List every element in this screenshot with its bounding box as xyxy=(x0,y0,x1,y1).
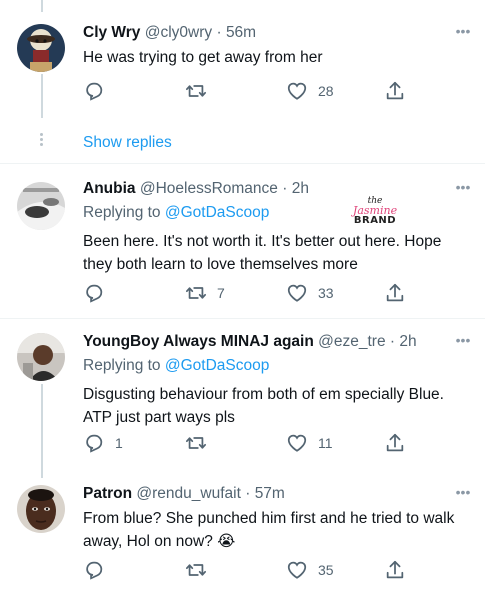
like-button[interactable]: 33 xyxy=(286,281,334,305)
watermark-logo: the Jasmine BRAND xyxy=(352,197,398,226)
share-button[interactable] xyxy=(384,431,406,455)
replying-to-mention[interactable]: @GotDaScoop xyxy=(165,204,269,221)
more-icon[interactable]: ••• xyxy=(453,331,473,353)
retweet-count: 7 xyxy=(217,285,225,301)
tweet-body: Cly Wry @cly0wry · 56m ••• He was trying… xyxy=(83,22,473,69)
share-button[interactable] xyxy=(384,281,406,305)
user-handle[interactable]: @cly0wry xyxy=(145,24,212,41)
more-icon[interactable]: ••• xyxy=(453,22,473,44)
separator-dot: · xyxy=(385,333,400,350)
heart-icon xyxy=(287,434,307,452)
tweet-anubia[interactable]: Anubia @HoelessRomance · 2h ••• Replying… xyxy=(0,164,485,318)
reply-button[interactable] xyxy=(83,79,105,103)
tweet-text: Disgusting behaviour from both of em spe… xyxy=(83,386,444,426)
tweet-cly-wry[interactable]: Cly Wry @cly0wry · 56m ••• He was trying… xyxy=(0,0,485,118)
like-count: 33 xyxy=(318,285,334,301)
replying-to-label: Replying to xyxy=(83,357,161,374)
reply-icon xyxy=(86,434,103,453)
tweet-body: Patron @rendu_wufait · 57m ••• From blue… xyxy=(83,483,473,553)
user-handle[interactable]: @eze_tre xyxy=(318,333,385,350)
tweet-body: YoungBoy Always MINAJ again @eze_tre · 2… xyxy=(83,331,473,429)
timestamp[interactable]: 2h xyxy=(399,333,416,350)
like-count: 35 xyxy=(318,562,334,578)
avatar[interactable] xyxy=(17,182,65,230)
share-icon xyxy=(386,433,404,452)
tweet-header: Cly Wry @cly0wry · 56m ••• xyxy=(83,22,473,44)
tweet-actions: 28 xyxy=(83,79,473,103)
tweet-text: He was trying to get away from her xyxy=(83,49,323,66)
tweet-actions: 35 xyxy=(83,558,473,582)
display-name[interactable]: Cly Wry xyxy=(83,24,140,41)
retweet-button[interactable] xyxy=(185,79,207,103)
retweet-button[interactable]: 7 xyxy=(185,281,225,305)
retweet-icon xyxy=(185,85,207,97)
thread-ellipsis-dots xyxy=(40,133,44,148)
heart-icon xyxy=(287,561,307,579)
like-count: 11 xyxy=(318,435,333,451)
tweet-header: YoungBoy Always MINAJ again @eze_tre · 2… xyxy=(83,331,473,353)
like-button[interactable]: 28 xyxy=(286,79,334,103)
display-name[interactable]: Anubia xyxy=(83,180,136,197)
more-icon[interactable]: ••• xyxy=(453,178,473,200)
show-replies-link[interactable]: Show replies xyxy=(83,132,172,154)
share-button[interactable] xyxy=(384,558,406,582)
like-button[interactable]: 11 xyxy=(286,431,333,455)
separator-dot: · xyxy=(240,485,255,502)
like-count: 28 xyxy=(318,83,334,99)
watermark-line-3: BRAND xyxy=(353,215,397,226)
tweet-body: Anubia @HoelessRomance · 2h ••• Replying… xyxy=(83,178,473,276)
retweet-icon xyxy=(185,287,207,299)
tweet-header: Patron @rendu_wufait · 57m ••• xyxy=(83,483,473,505)
avatar[interactable] xyxy=(17,24,65,72)
reply-button[interactable] xyxy=(83,558,105,582)
tweet-actions: 1 11 xyxy=(83,431,473,455)
share-icon xyxy=(386,81,404,100)
replying-to-label: Replying to xyxy=(83,204,161,221)
share-button[interactable] xyxy=(384,79,406,103)
retweet-button[interactable] xyxy=(185,558,207,582)
reply-icon xyxy=(86,82,103,101)
tweet-patron[interactable]: Patron @rendu_wufait · 57m ••• From blue… xyxy=(0,479,485,590)
tweet-text: From blue? She punched him first and he … xyxy=(83,510,455,550)
reply-icon xyxy=(86,284,103,303)
timestamp[interactable]: 57m xyxy=(255,485,285,502)
retweet-icon xyxy=(185,564,207,576)
separator-dot: · xyxy=(277,180,292,197)
retweet-button[interactable] xyxy=(185,431,207,455)
replying-to: Replying to @GotDaScoop xyxy=(83,202,473,224)
user-handle[interactable]: @rendu_wufait xyxy=(136,485,241,502)
avatar[interactable] xyxy=(17,333,65,381)
avatar[interactable] xyxy=(17,485,65,533)
replying-to-mention[interactable]: @GotDaScoop xyxy=(165,357,269,374)
share-icon xyxy=(386,560,404,579)
user-handle[interactable]: @HoelessRomance xyxy=(140,180,278,197)
reply-button[interactable]: 1 xyxy=(83,431,123,455)
display-name[interactable]: YoungBoy Always MINAJ again xyxy=(83,333,314,350)
reply-button[interactable] xyxy=(83,281,105,305)
reply-icon xyxy=(86,561,103,580)
tweet-youngboy[interactable]: YoungBoy Always MINAJ again @eze_tre · 2… xyxy=(0,319,485,479)
reply-count: 1 xyxy=(115,435,123,451)
tweet-actions: 7 33 xyxy=(83,281,473,305)
heart-icon xyxy=(287,284,307,302)
timestamp[interactable]: 2h xyxy=(292,180,309,197)
share-icon xyxy=(386,283,404,302)
heart-icon xyxy=(287,82,307,100)
replying-to: Replying to @GotDaScoop xyxy=(83,355,473,377)
separator-dot: · xyxy=(212,24,226,41)
timestamp[interactable]: 56m xyxy=(226,24,256,41)
tweet-header: Anubia @HoelessRomance · 2h ••• xyxy=(83,178,473,200)
more-icon[interactable]: ••• xyxy=(453,483,473,505)
retweet-icon xyxy=(185,437,207,449)
display-name[interactable]: Patron xyxy=(83,485,132,502)
tweet-text: Been here. It's not worth it. It's bette… xyxy=(83,233,442,273)
like-button[interactable]: 35 xyxy=(286,558,334,582)
